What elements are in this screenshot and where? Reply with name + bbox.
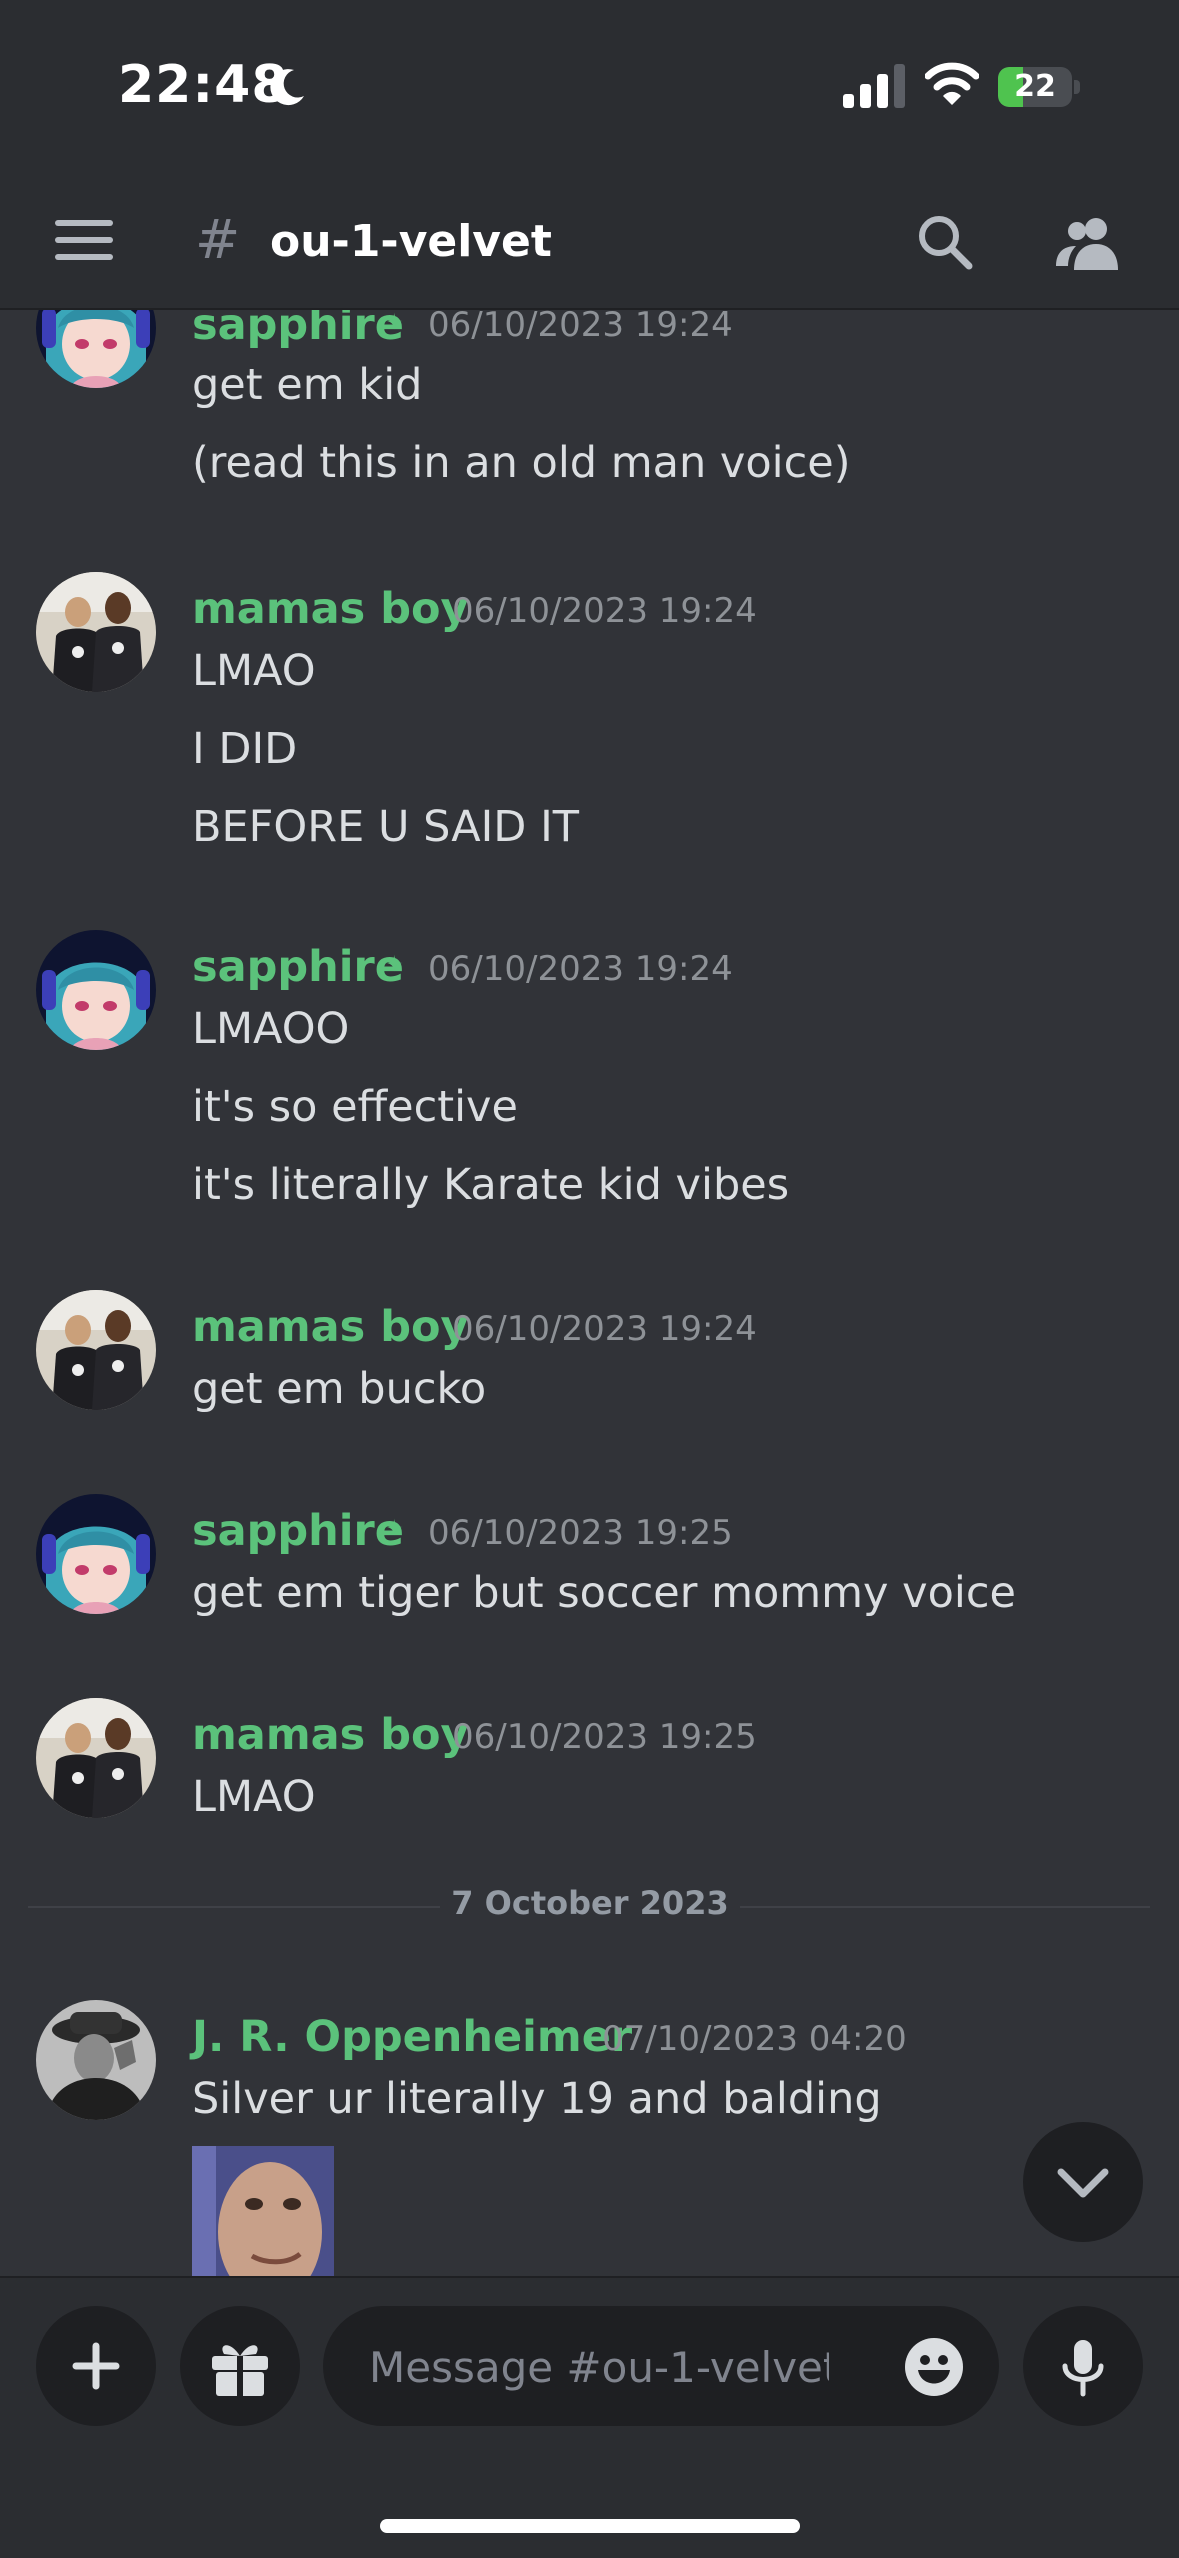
avatar[interactable] xyxy=(36,1290,156,1410)
gift-button[interactable] xyxy=(180,2306,300,2426)
message-input[interactable] xyxy=(367,2306,831,2428)
message-text: it's literally Karate kid vibes xyxy=(192,1160,790,1210)
avatar[interactable] xyxy=(36,1698,156,1818)
sapphire-avatar xyxy=(36,1494,156,1614)
wifi-icon xyxy=(925,62,979,105)
message-text: (read this in an old man voice) xyxy=(192,438,851,488)
jump-to-latest-button[interactable] xyxy=(1023,2122,1143,2242)
search-icon[interactable] xyxy=(915,212,975,272)
message-timestamp: 06/10/2023 19:25 xyxy=(452,1717,757,1757)
nitro-badge-icon: ✦ xyxy=(385,310,404,335)
mamas-boy-avatar xyxy=(36,1698,156,1818)
status-time: 22:48 xyxy=(118,55,289,115)
message-text: I DID xyxy=(192,724,298,774)
date-divider-label: 7 October 2023 xyxy=(440,1884,740,1922)
channel-header: # ou-1-velvet xyxy=(0,170,1179,310)
message-text: get em tiger but soccer mommy voice xyxy=(192,1568,1016,1618)
avatar[interactable] xyxy=(36,930,156,1050)
message-author[interactable]: mamas boy xyxy=(192,1710,469,1760)
message-author[interactable]: mamas boy xyxy=(192,584,469,634)
channel-title[interactable]: ou-1-velvet xyxy=(270,216,552,267)
plus-icon xyxy=(72,2342,120,2390)
message-text: LMAOO xyxy=(192,1004,350,1054)
hamburger-menu-icon[interactable] xyxy=(55,220,113,260)
message-text: LMAO xyxy=(192,1772,316,1822)
avatar[interactable] xyxy=(36,1494,156,1614)
cellular-signal-icon xyxy=(843,64,905,108)
message-author[interactable]: sapphire xyxy=(192,1506,404,1556)
message-composer xyxy=(0,2276,1179,2558)
message-text: get em bucko xyxy=(192,1364,487,1414)
battery-indicator: 22 xyxy=(998,67,1080,107)
image-attachment[interactable] xyxy=(192,2146,334,2276)
gift-icon xyxy=(212,2345,268,2396)
mamas-boy-avatar xyxy=(36,1290,156,1410)
home-indicator xyxy=(380,2519,800,2533)
avatar[interactable] xyxy=(36,572,156,692)
message-text: get em kid xyxy=(192,360,423,410)
avatar[interactable] xyxy=(36,310,156,388)
oppenheimer-avatar xyxy=(36,2000,156,2120)
channel-hash-icon: # xyxy=(195,208,241,271)
nitro-badge-icon: ✦ xyxy=(385,952,404,977)
mamas-boy-avatar xyxy=(36,572,156,692)
battery-cap xyxy=(1074,80,1080,94)
moon-icon xyxy=(270,69,304,106)
message-author[interactable]: sapphire xyxy=(192,942,404,992)
message-text: Silver ur literally 19 and balding xyxy=(192,2074,882,2124)
message-author[interactable]: sapphire xyxy=(192,310,404,350)
battery-level: 22 xyxy=(1014,69,1056,104)
message-timestamp: 06/10/2023 19:24 xyxy=(428,310,733,345)
add-attachment-button[interactable] xyxy=(36,2306,156,2426)
chevron-down-icon xyxy=(1057,2168,1109,2198)
message-text: it's so effective xyxy=(192,1082,518,1132)
message-timestamp: 06/10/2023 19:25 xyxy=(428,1513,733,1553)
message-timestamp: 06/10/2023 19:24 xyxy=(428,949,733,989)
attachment-thumbnail xyxy=(192,2146,334,2276)
microphone-icon xyxy=(1062,2340,1104,2397)
message-list[interactable]: sapphire ✦ 06/10/2023 19:24 get em kid (… xyxy=(0,310,1179,2276)
sapphire-avatar xyxy=(36,310,156,388)
message-timestamp: 06/10/2023 19:24 xyxy=(452,1309,757,1349)
members-icon[interactable] xyxy=(1056,214,1122,270)
message-text: BEFORE U SAID IT xyxy=(192,802,580,852)
status-bar: 22:48 22 xyxy=(0,0,1179,170)
message-text: LMAO xyxy=(192,646,316,696)
message-author[interactable]: mamas boy xyxy=(192,1302,469,1352)
message-input-field[interactable] xyxy=(323,2306,999,2428)
message-author[interactable]: J. R. Oppenheimer xyxy=(192,2012,632,2062)
emoji-icon[interactable] xyxy=(903,2336,965,2398)
message-timestamp: 07/10/2023 04:20 xyxy=(602,2019,907,2059)
voice-message-button[interactable] xyxy=(1023,2306,1143,2426)
nitro-badge-icon: ✦ xyxy=(385,1516,404,1541)
message-timestamp: 06/10/2023 19:24 xyxy=(452,591,757,631)
sapphire-avatar xyxy=(36,930,156,1050)
avatar[interactable] xyxy=(36,2000,156,2120)
